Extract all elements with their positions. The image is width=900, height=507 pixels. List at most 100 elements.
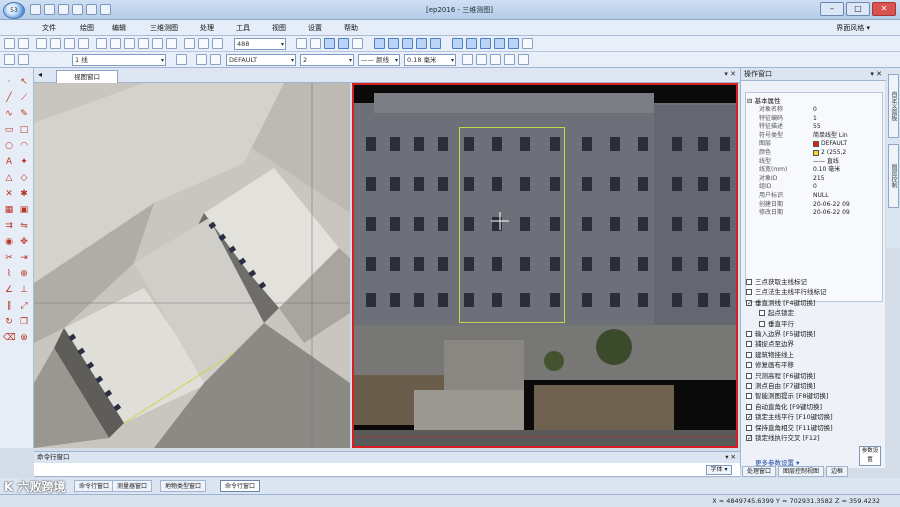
zoom-in-icon[interactable] <box>96 38 107 49</box>
camera-icon[interactable] <box>494 38 505 49</box>
property-row[interactable]: 线宽(mm) 0.10 毫米 <box>747 166 875 174</box>
app-logo[interactable]: 53 <box>3 2 25 19</box>
selection-rectangle[interactable] <box>459 127 565 323</box>
property-section-header[interactable]: ⊟ 基本属性 <box>747 95 781 105</box>
layer-icon[interactable] <box>310 38 321 49</box>
tab-layer-view[interactable]: 图层控制视图 <box>778 466 825 477</box>
box-icon[interactable] <box>518 54 529 65</box>
paste-icon[interactable] <box>64 38 75 49</box>
checkbox[interactable] <box>746 362 752 369</box>
display-icon[interactable] <box>504 54 515 65</box>
option-checkbox-row[interactable]: 垂直平行 <box>759 320 794 329</box>
tab-command-line[interactable]: 命令行窗口 <box>74 480 115 492</box>
property-value[interactable]: —— 直线 <box>813 158 839 166</box>
measure-icon[interactable] <box>184 38 195 49</box>
property-value[interactable]: 0 <box>813 183 817 191</box>
option-checkbox-row[interactable]: 自动直角化 [F9键切换] <box>746 403 822 412</box>
ortho-icon[interactable] <box>338 38 349 49</box>
query-icon[interactable] <box>212 38 223 49</box>
checkbox[interactable] <box>759 310 765 317</box>
zoom-window-icon[interactable] <box>124 38 135 49</box>
star-icon[interactable]: ✱ <box>18 188 30 200</box>
measure-height-icon[interactable] <box>466 38 477 49</box>
option-checkbox-row[interactable]: ✓ 锁定主线平行 [F10键切换] <box>746 413 833 422</box>
option-checkbox-row[interactable]: 测点自由 [F7键切换] <box>746 382 816 391</box>
layer-manager-icon[interactable] <box>4 54 15 65</box>
line-icon[interactable]: ╱ <box>3 92 15 104</box>
lock-view-icon[interactable] <box>430 38 441 49</box>
link-view-icon[interactable] <box>416 38 427 49</box>
checkbox[interactable] <box>746 372 752 379</box>
checkbox[interactable] <box>746 403 752 410</box>
property-value[interactable]: DEFAULT <box>813 140 847 148</box>
option-checkbox-row[interactable]: 修复画布平移 <box>746 361 794 370</box>
option-checkbox-row[interactable]: 输入边界 [F5键切换] <box>746 330 816 339</box>
property-row[interactable]: 对象ID 215 <box>747 175 875 183</box>
scale-icon[interactable]: ⤢ <box>18 300 30 312</box>
property-value[interactable]: 0 <box>813 106 817 114</box>
option-checkbox-row[interactable]: 保持直角相交 [F11键切换] <box>746 424 833 433</box>
tab-command-line-active[interactable]: 命令行窗口 <box>220 480 261 492</box>
menu-process[interactable]: 处理 <box>200 23 214 33</box>
texture-icon[interactable] <box>480 38 491 49</box>
property-icon[interactable] <box>462 54 473 65</box>
parallel-icon[interactable]: ∥ <box>3 300 15 312</box>
property-value[interactable]: NULL <box>813 192 829 200</box>
new-file-icon[interactable] <box>30 4 41 15</box>
property-value[interactable]: 55 <box>813 123 821 131</box>
property-row[interactable]: 符号类型 简单线型 Lin <box>747 132 875 140</box>
checkbox[interactable]: ✓ <box>746 435 752 442</box>
join-icon[interactable]: ⊕ <box>18 268 30 280</box>
grid-icon[interactable] <box>296 38 307 49</box>
panel-close-icon[interactable]: ▾ ✕ <box>870 68 882 81</box>
tab-close-icon[interactable]: ▾ ✕ <box>724 70 736 78</box>
polyline-icon[interactable]: ⟋ <box>18 92 30 104</box>
tab-custom-panel[interactable]: 自定义面板 <box>888 74 899 138</box>
erase-icon[interactable]: ⌫ <box>3 332 16 344</box>
symbol-icon[interactable]: ✦ <box>18 156 30 168</box>
offset-icon[interactable]: ⇉ <box>3 220 15 232</box>
menu-help[interactable]: 帮助 <box>344 23 358 33</box>
settings-icon[interactable] <box>522 38 533 49</box>
checkbox[interactable] <box>746 351 752 358</box>
undo-icon[interactable] <box>4 38 15 49</box>
property-row[interactable]: 特征描述 55 <box>747 123 875 131</box>
option-checkbox-row[interactable]: 捕捉点至边界 <box>746 340 794 349</box>
apply-settings-button[interactable]: 参数设置 <box>859 446 881 466</box>
copy-icon[interactable] <box>50 38 61 49</box>
refresh-icon[interactable] <box>166 38 177 49</box>
menu-tools[interactable]: 工具 <box>236 23 250 33</box>
tab-feature-type-window[interactable]: 地物类型窗口 <box>160 480 207 492</box>
copy-tool-icon[interactable]: ❐ <box>18 316 30 328</box>
attribute-icon[interactable] <box>490 54 501 65</box>
fill-icon[interactable]: ▣ <box>18 204 30 216</box>
circle-icon[interactable]: ○ <box>3 140 15 152</box>
curve-icon[interactable]: ∿ <box>3 108 15 120</box>
redo-icon[interactable] <box>86 4 97 15</box>
square-icon[interactable]: □ <box>18 124 30 136</box>
tab-process-window[interactable]: 处理窗口 <box>742 466 777 477</box>
layer-state-icon[interactable] <box>18 54 29 65</box>
tab-view-window[interactable]: 视图窗口 <box>56 70 118 83</box>
eye-icon[interactable] <box>508 38 519 49</box>
linetype-combo[interactable]: DEFAULT ▾ <box>226 54 296 66</box>
move-icon[interactable]: ✥ <box>18 236 30 248</box>
redo-icon[interactable] <box>18 38 29 49</box>
minimize-button[interactable]: – <box>820 2 844 16</box>
checkbox[interactable] <box>746 341 752 348</box>
rotate-tool-icon[interactable]: ↻ <box>3 316 15 328</box>
break-icon[interactable]: ⌇ <box>3 268 15 280</box>
option-checkbox-row[interactable]: 智能测图提示 [F8键切换] <box>746 392 829 401</box>
text-icon[interactable]: A <box>3 156 15 168</box>
delete-icon[interactable] <box>78 38 89 49</box>
property-row[interactable]: 创建日期 20-06-22 09 <box>747 201 875 209</box>
checkbox[interactable] <box>746 393 752 400</box>
hatch-icon[interactable]: ▦ <box>3 204 15 216</box>
cut-icon[interactable] <box>36 38 47 49</box>
menu-settings[interactable]: 设置 <box>308 23 322 33</box>
point-icon[interactable]: · <box>3 76 15 88</box>
checkbox[interactable] <box>759 320 765 327</box>
zoom-extent-icon[interactable] <box>152 38 163 49</box>
rotate-icon[interactable] <box>198 38 209 49</box>
command-close-icon[interactable]: ▾ ✕ <box>725 452 736 463</box>
